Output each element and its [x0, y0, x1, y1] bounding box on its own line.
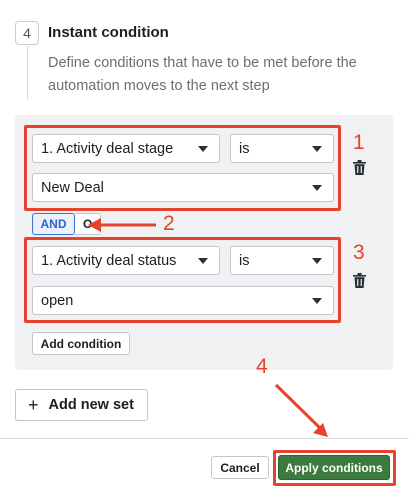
- step-number-badge: 4: [15, 21, 39, 45]
- logic-or-button[interactable]: O: [75, 213, 101, 235]
- annotation-arrow-4: [274, 383, 322, 430]
- apply-conditions-button[interactable]: Apply conditions: [278, 455, 390, 480]
- condition-2-operator-value: is: [239, 252, 250, 269]
- annotation-number-4: 4: [256, 355, 268, 378]
- add-new-set-button[interactable]: + Add new set: [15, 389, 148, 421]
- condition-1-field-select[interactable]: 1. Activity deal stage: [32, 134, 220, 163]
- logic-and-button[interactable]: AND: [32, 213, 75, 235]
- annotation-arrowhead-4: [313, 423, 328, 437]
- condition-2-value-value: open: [41, 292, 74, 309]
- add-condition-button[interactable]: Add condition: [32, 332, 130, 355]
- step-title: Instant condition: [48, 24, 169, 41]
- condition-1-operator-value: is: [239, 140, 250, 157]
- chevron-down-icon: [312, 185, 322, 191]
- annotation-number-1: 1: [353, 131, 365, 154]
- chevron-down-icon: [312, 258, 322, 264]
- chevron-down-icon: [198, 146, 208, 152]
- condition-2-field-value: 1. Activity deal status: [41, 252, 177, 269]
- condition-2-operator-select[interactable]: is: [230, 246, 334, 275]
- chevron-down-icon: [198, 258, 208, 264]
- footer-divider: [0, 438, 409, 439]
- condition-1-value-value: New Deal: [41, 179, 104, 196]
- step-connector-line: [27, 46, 28, 100]
- annotation-number-2: 2: [163, 212, 175, 235]
- annotation-number-3: 3: [353, 241, 365, 264]
- chevron-down-icon: [312, 146, 322, 152]
- condition-1-field-value: 1. Activity deal stage: [41, 140, 174, 157]
- add-new-set-label: Add new set: [48, 397, 134, 413]
- condition-1-operator-select[interactable]: is: [230, 134, 334, 163]
- chevron-down-icon: [312, 298, 322, 304]
- plus-icon: +: [28, 395, 39, 415]
- step-description: Define conditions that have to be met be…: [48, 55, 357, 94]
- condition-1-value-select[interactable]: New Deal: [32, 173, 334, 202]
- cancel-button[interactable]: Cancel: [211, 456, 269, 479]
- trash-icon[interactable]: [353, 160, 366, 175]
- trash-icon[interactable]: [353, 273, 366, 288]
- condition-2-value-select[interactable]: open: [32, 286, 334, 315]
- condition-2-field-select[interactable]: 1. Activity deal status: [32, 246, 220, 275]
